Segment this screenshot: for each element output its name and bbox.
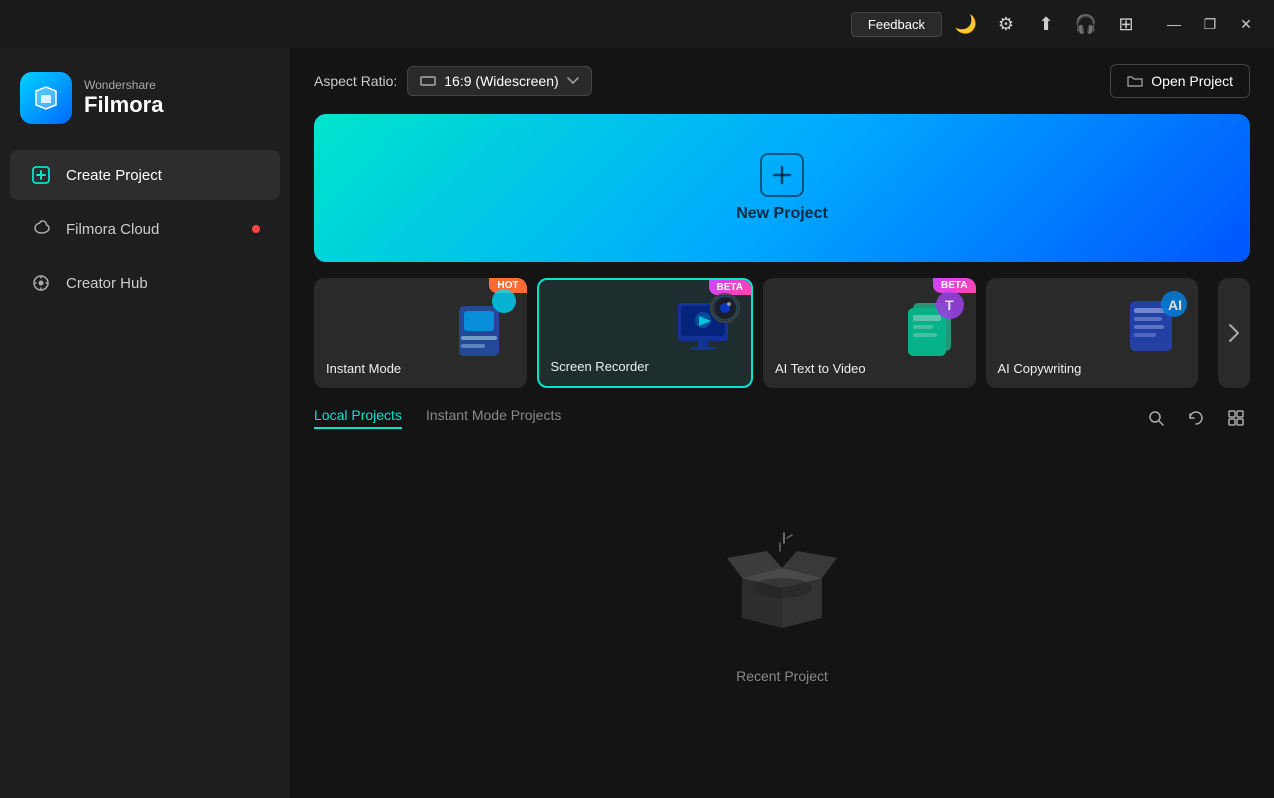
refresh-button[interactable] bbox=[1182, 404, 1210, 432]
creator-hub-label: Creator Hub bbox=[66, 275, 148, 292]
feature-card-screen-recorder[interactable]: BETA Screen Recorder bbox=[537, 278, 754, 388]
feature-cards: HOT Instant Mode BETA bbox=[314, 278, 1250, 388]
chevron-down-icon bbox=[567, 77, 579, 85]
create-project-icon bbox=[30, 164, 52, 186]
title-bar: Feedback 🌙 ⚙ ⬆ 🎧 ⊞ — ❐ ✕ bbox=[0, 0, 1274, 48]
instant-mode-illustration bbox=[449, 286, 519, 366]
theme-icon[interactable]: 🌙 bbox=[950, 8, 982, 40]
create-project-label: Create Project bbox=[66, 167, 162, 184]
filmora-cloud-icon bbox=[30, 218, 52, 240]
logo-area: Wondershare Filmora bbox=[0, 60, 290, 148]
empty-state-icon bbox=[722, 523, 842, 652]
app-logo-icon bbox=[20, 72, 72, 124]
aspect-ratio-selector: Aspect Ratio: 16:9 (Widescreen) bbox=[314, 66, 592, 96]
sidebar: Wondershare Filmora Create Project Filmo… bbox=[0, 48, 290, 798]
tab-local-projects[interactable]: Local Projects bbox=[314, 407, 402, 429]
svg-text:T: T bbox=[945, 297, 954, 313]
folder-open-icon bbox=[1127, 73, 1143, 89]
new-project-icon bbox=[760, 153, 804, 197]
ai-copywriting-illustration: AI bbox=[1120, 286, 1190, 366]
maximize-button[interactable]: ❐ bbox=[1194, 8, 1226, 40]
empty-state-label: Recent Project bbox=[736, 668, 828, 684]
logo-brand: Wondershare bbox=[84, 78, 163, 92]
aspect-ratio-dropdown-icon bbox=[420, 76, 436, 86]
minimize-button[interactable]: — bbox=[1158, 8, 1190, 40]
tabs-left: Local Projects Instant Mode Projects bbox=[314, 407, 561, 429]
feature-card-instant-mode[interactable]: HOT Instant Mode bbox=[314, 278, 527, 388]
new-project-label: New Project bbox=[736, 205, 828, 223]
upload-icon[interactable]: ⬆ bbox=[1030, 8, 1062, 40]
aspect-ratio-dropdown[interactable]: 16:9 (Widescreen) bbox=[407, 66, 591, 96]
open-project-button[interactable]: Open Project bbox=[1110, 64, 1250, 98]
filmora-cloud-label: Filmora Cloud bbox=[66, 221, 159, 238]
open-project-label: Open Project bbox=[1151, 73, 1233, 89]
svg-text:AI: AI bbox=[1168, 297, 1182, 313]
close-button[interactable]: ✕ bbox=[1230, 8, 1262, 40]
logo-text: Wondershare Filmora bbox=[84, 78, 163, 118]
settings-icon[interactable]: ⚙ bbox=[990, 8, 1022, 40]
notification-badge bbox=[252, 225, 260, 233]
headset-icon[interactable]: 🎧 bbox=[1070, 8, 1102, 40]
grid-view-button[interactable] bbox=[1222, 404, 1250, 432]
ai-text-to-video-illustration: T bbox=[898, 283, 968, 373]
app-body: Wondershare Filmora Create Project Filmo… bbox=[0, 48, 1274, 798]
sidebar-item-create-project[interactable]: Create Project bbox=[10, 150, 280, 200]
window-controls: — ❐ ✕ bbox=[1158, 8, 1262, 40]
feature-card-ai-copywriting[interactable]: AI AI Copywriting bbox=[986, 278, 1199, 388]
aspect-ratio-label: Aspect Ratio: bbox=[314, 73, 397, 89]
chevron-right-icon bbox=[1228, 323, 1240, 343]
projects-section: Local Projects Instant Mode Projects bbox=[314, 404, 1250, 798]
aspect-ratio-value: 16:9 (Widescreen) bbox=[444, 73, 558, 89]
empty-state: Recent Project bbox=[314, 448, 1250, 798]
sidebar-item-creator-hub[interactable]: Creator Hub bbox=[10, 258, 280, 308]
feedback-button[interactable]: Feedback bbox=[851, 12, 942, 37]
projects-tabs: Local Projects Instant Mode Projects bbox=[314, 404, 1250, 432]
main-content: Aspect Ratio: 16:9 (Widescreen) Open Pro… bbox=[290, 48, 1274, 798]
sidebar-item-filmora-cloud[interactable]: Filmora Cloud bbox=[10, 204, 280, 254]
screen-recorder-illustration bbox=[673, 288, 743, 368]
search-button[interactable] bbox=[1142, 404, 1170, 432]
more-cards-button[interactable] bbox=[1218, 278, 1250, 388]
grid-icon[interactable]: ⊞ bbox=[1110, 8, 1142, 40]
new-project-banner[interactable]: New Project bbox=[314, 114, 1250, 262]
logo-product: Filmora bbox=[84, 92, 163, 118]
top-bar: Aspect Ratio: 16:9 (Widescreen) Open Pro… bbox=[290, 48, 1274, 114]
tab-instant-mode-projects[interactable]: Instant Mode Projects bbox=[426, 407, 561, 429]
tabs-right bbox=[1142, 404, 1250, 432]
creator-hub-icon bbox=[30, 272, 52, 294]
feature-card-ai-text-to-video[interactable]: BETA T AI Text to Video bbox=[763, 278, 976, 388]
